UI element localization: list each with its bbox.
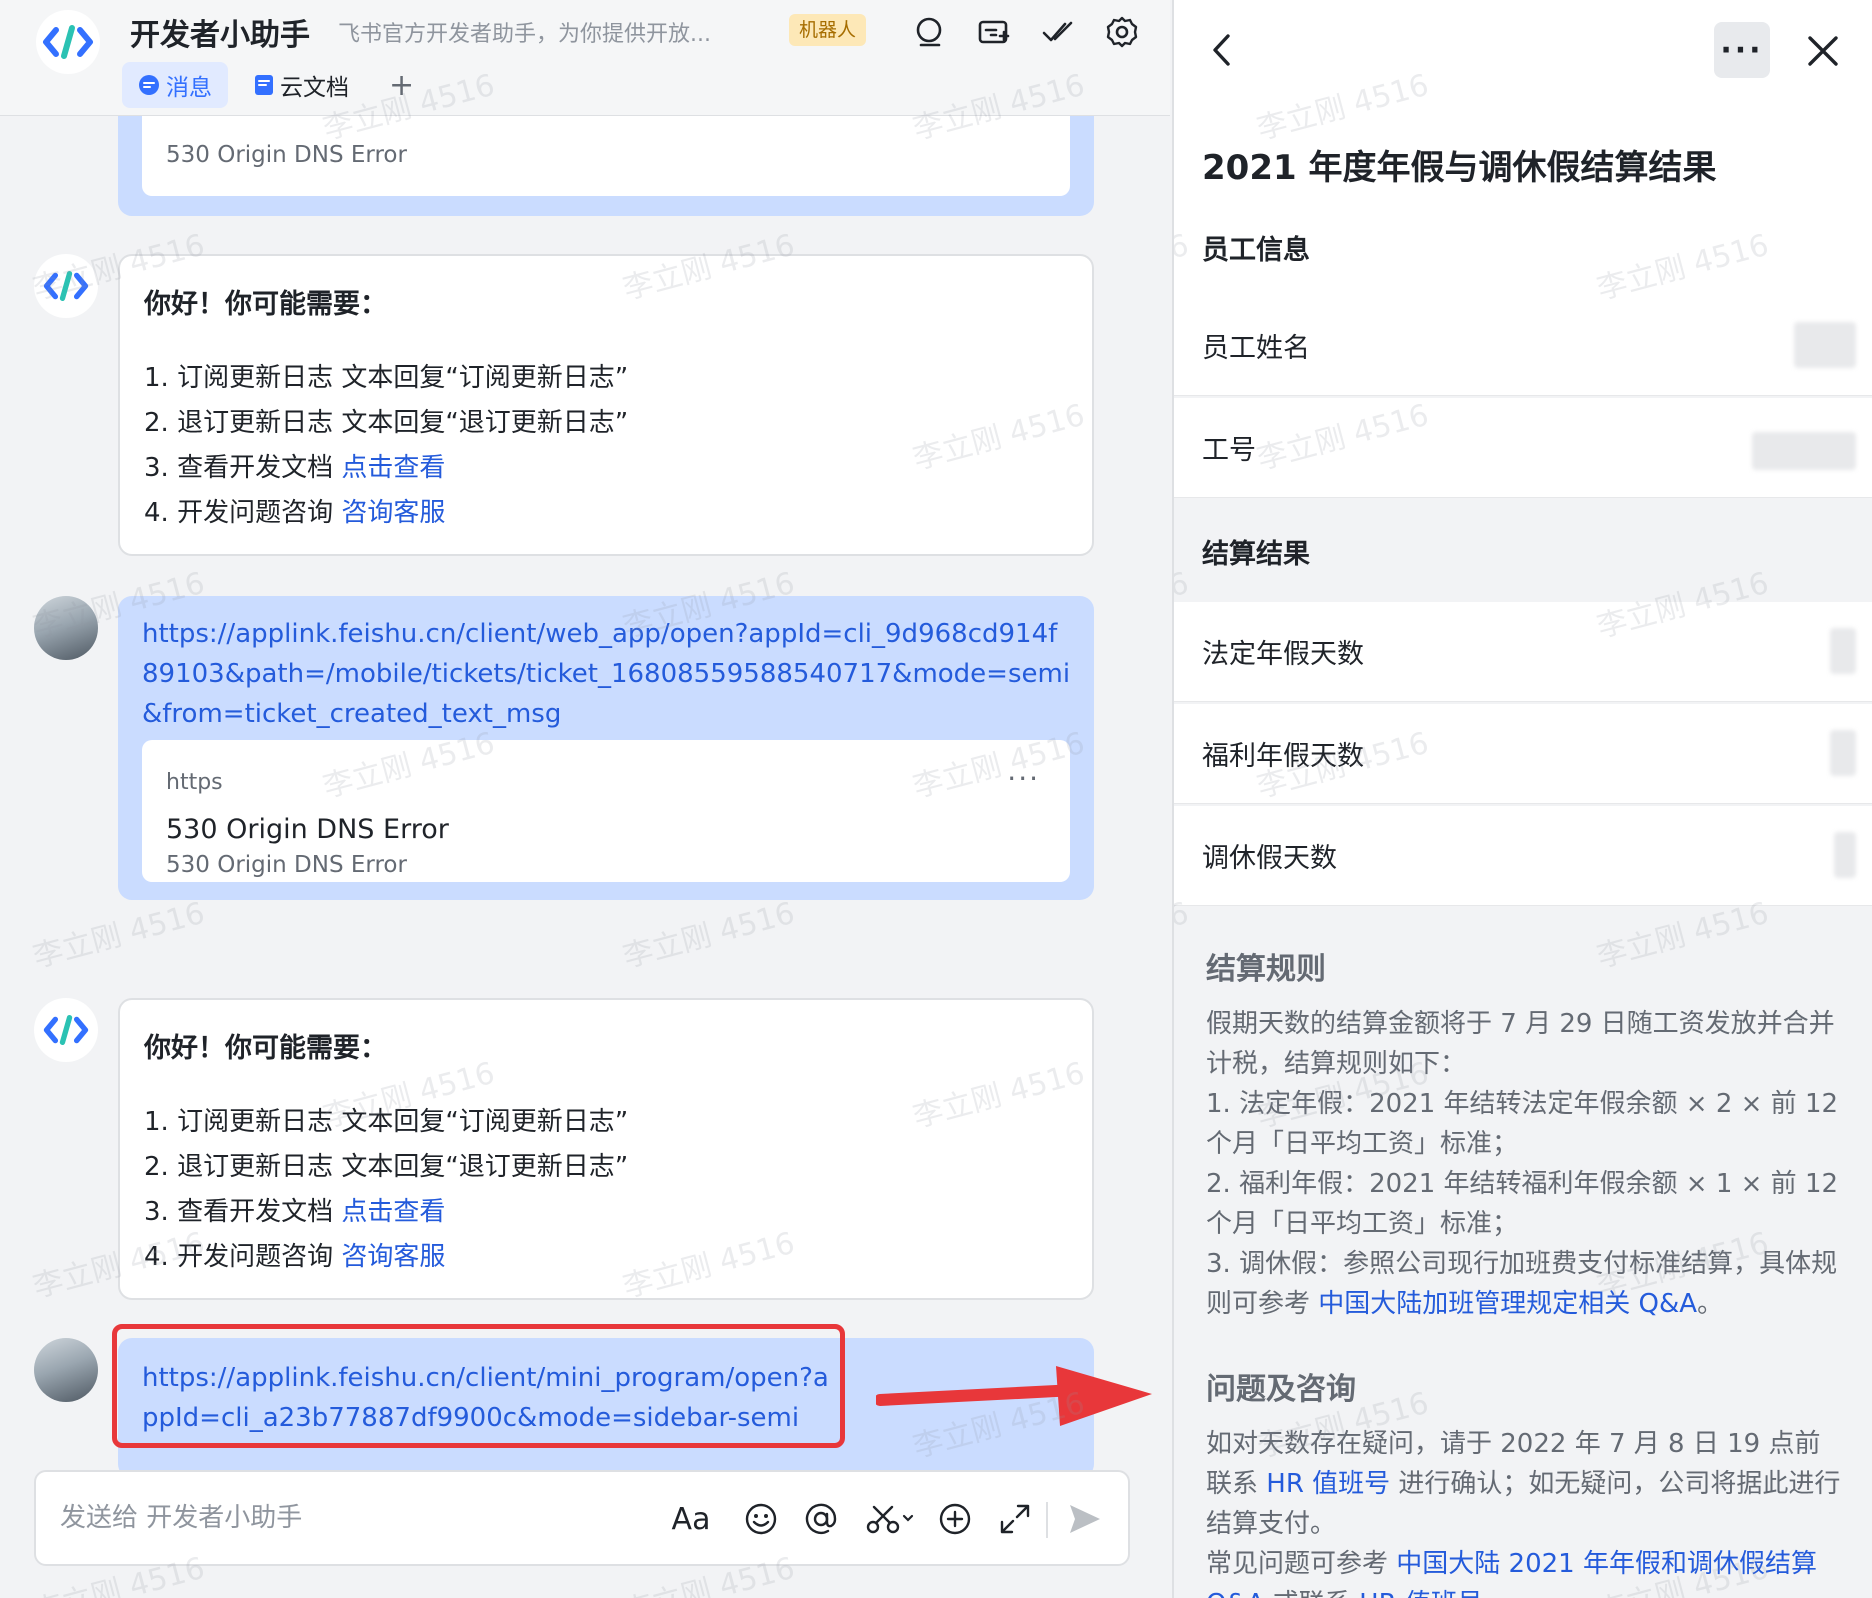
rules-title: 结算规则 (1206, 952, 1326, 987)
consult-paragraph: 如对天数存在疑问，请于 2022 年 7 月 8 日 19 点前联系 HR 值班… (1206, 1429, 1841, 1539)
message-list[interactable]: 530 Origin DNS Error 你好！你可能需要： 1. 订阅更新日志… (0, 116, 1170, 1470)
greeting-text: 你好！你可能需要： (144, 289, 387, 320)
greeting-text: 你好！你可能需要： (144, 1033, 387, 1064)
consult-text: 如对天数存在疑问，请于 2022 年 7 月 8 日 19 点前联系 HR 值班… (1206, 1424, 1846, 1598)
tab-messages[interactable]: 消息 (122, 62, 228, 108)
back-chevron-icon[interactable] (1198, 26, 1246, 74)
search-chat-icon[interactable] (910, 12, 950, 52)
arrow-icon (876, 1366, 1152, 1426)
chat-title: 开发者小助手 (130, 18, 310, 53)
consult-paragraph: 常见问题可参考 中国大陆 2021 年年假和调休假结算 Q&A 或联系 HR 值… (1206, 1544, 1846, 1598)
message-bubble[interactable]: 530 Origin DNS Error (118, 116, 1094, 216)
contact-support-link[interactable]: 咨询客服 (341, 498, 445, 528)
help-item: 1. 订阅更新日志 文本回复“订阅更新日志” (144, 363, 629, 393)
welfare-leave-row: 福利年假天数 (1174, 704, 1872, 804)
redacted-value (1752, 432, 1856, 470)
chat-description: 飞书官方开发者助手，为你提供开放... (338, 22, 711, 47)
view-docs-link[interactable]: 点击查看 (341, 453, 445, 483)
rules-paragraph: 3. 调休假：参照公司现行加班费支付标准结算，具体规则可参考 中国大陆加班管理规… (1206, 1249, 1838, 1319)
page-title: 2021 年度年假与调休假结算结果 (1202, 148, 1717, 188)
statutory-leave-row: 法定年假天数 (1174, 602, 1872, 702)
comp-leave-row: 调休假天数 (1174, 806, 1872, 906)
expand-icon[interactable] (990, 1494, 1040, 1544)
user-message-bubble[interactable]: https://applink.feishu.cn/client/web_app… (118, 596, 1094, 900)
hr-duty-link[interactable]: HR 值班号 (1266, 1469, 1390, 1499)
hr-duty-link-2[interactable]: HR 值班号 (1359, 1589, 1483, 1598)
tab-label: 消息 (166, 75, 212, 101)
bot-avatar[interactable] (34, 998, 98, 1062)
bot-message-card: 你好！你可能需要： 1. 订阅更新日志 文本回复“订阅更新日志” 2. 退订更新… (118, 998, 1094, 1300)
tab-docs[interactable]: 云文档 (238, 62, 365, 108)
screenshot-icon[interactable] (854, 1494, 924, 1544)
message-input[interactable] (60, 1490, 620, 1546)
user-avatar[interactable] (34, 1338, 98, 1402)
help-list: 1. 订阅更新日志 文本回复“订阅更新日志” 2. 退订更新日志 文本回复“退订… (144, 356, 628, 536)
row-label: 工号 (1202, 435, 1256, 466)
section-employee-title: 员工信息 (1202, 235, 1310, 266)
tab-label: 云文档 (280, 75, 349, 101)
bot-logo-icon[interactable] (36, 10, 100, 74)
mini-program-sidebar[interactable]: ··· 2021 年度年假与调休假结算结果 员工信息 员工姓名 工号 结算结果 … (1172, 0, 1872, 1598)
emoji-icon[interactable] (736, 1494, 786, 1544)
row-label: 福利年假天数 (1202, 741, 1364, 772)
bot-badge: 机器人 (789, 14, 867, 46)
help-list: 1. 订阅更新日志 文本回复“订阅更新日志” 2. 退订更新日志 文本回复“退订… (144, 1100, 628, 1280)
settings-gear-icon[interactable] (1102, 12, 1142, 52)
chat-tabs: 消息 云文档 + (122, 62, 428, 108)
rules-paragraph: 假期天数的结算金额将于 7 月 29 日随工资发放并合并计税，结算规则如下： (1206, 1009, 1835, 1079)
contact-support-link[interactable]: 咨询客服 (341, 1242, 445, 1272)
highlight-box (112, 1324, 845, 1448)
user-avatar[interactable] (34, 596, 98, 660)
help-item: 3. 查看开发文档 点击查看 (144, 453, 446, 483)
add-more-icon[interactable] (930, 1494, 980, 1544)
preview-more-icon[interactable]: ··· (1007, 762, 1040, 795)
mention-icon[interactable] (796, 1494, 846, 1544)
redacted-value (1794, 322, 1856, 368)
row-label: 法定年假天数 (1202, 639, 1364, 670)
link-preview-card[interactable]: https ··· 530 Origin DNS Error 530 Origi… (142, 740, 1070, 882)
rules-paragraph: 1. 法定年假：2021 年结转法定年假余额 × 2 × 前 12 个月「日平均… (1206, 1089, 1839, 1159)
panel-toolbar: ··· (1174, 0, 1872, 100)
preview-host: https (166, 770, 223, 795)
doc-icon (255, 75, 273, 95)
preview-title: 530 Origin DNS Error (166, 814, 449, 845)
consult-title: 问题及咨询 (1206, 1372, 1356, 1407)
message-composer: Aa (34, 1470, 1130, 1566)
employee-name-row: 员工姓名 (1174, 296, 1872, 396)
message-icon (139, 75, 159, 95)
rules-text: 假期天数的结算金额将于 7 月 29 日随工资发放并合并计税，结算规则如下： 1… (1206, 1004, 1846, 1324)
bot-avatar[interactable] (34, 254, 98, 318)
section-result-title: 结算结果 (1202, 539, 1310, 570)
view-docs-link[interactable]: 点击查看 (341, 1197, 445, 1227)
send-icon[interactable] (1060, 1494, 1110, 1544)
chat-window: 开发者小助手 飞书官方开发者助手，为你提供开放... 机器人 消息 云文档 + (0, 0, 1170, 1598)
preview-subtitle: 530 Origin DNS Error (166, 852, 407, 878)
web-app-link[interactable]: https://applink.feishu.cn/client/web_app… (142, 614, 1072, 734)
add-tab-button[interactable]: + (375, 68, 428, 103)
font-format-icon[interactable]: Aa (666, 1494, 716, 1544)
bot-message-card: 你好！你可能需要： 1. 订阅更新日志 文本回复“订阅更新日志” 2. 退订更新… (118, 254, 1094, 556)
help-item: 4. 开发问题咨询 咨询客服 (144, 1242, 446, 1272)
help-item: 4. 开发问题咨询 咨询客服 (144, 498, 446, 528)
help-item: 1. 订阅更新日志 文本回复“订阅更新日志” (144, 1107, 629, 1137)
preview-subtitle: 530 Origin DNS Error (166, 142, 407, 168)
redacted-value (1834, 832, 1856, 878)
row-label: 员工姓名 (1202, 333, 1310, 364)
chat-header: 开发者小助手 飞书官方开发者助手，为你提供开放... 机器人 消息 云文档 + (0, 0, 1170, 116)
toolbar-divider (1046, 1502, 1048, 1538)
mark-done-icon[interactable] (1038, 12, 1078, 52)
employee-id-row: 工号 (1174, 398, 1872, 498)
row-label: 调休假天数 (1202, 843, 1337, 874)
help-item: 2. 退订更新日志 文本回复“退订更新日志” (144, 408, 629, 438)
link-preview-card[interactable]: 530 Origin DNS Error (142, 116, 1070, 196)
help-item: 2. 退订更新日志 文本回复“退订更新日志” (144, 1152, 629, 1182)
more-options-button[interactable]: ··· (1714, 22, 1770, 78)
redacted-value (1830, 628, 1856, 674)
close-icon[interactable] (1798, 26, 1848, 76)
rules-paragraph: 2. 福利年假：2021 年结转福利年假余额 × 1 × 前 12 个月「日平均… (1206, 1169, 1839, 1239)
redacted-value (1830, 730, 1856, 776)
add-app-icon[interactable] (974, 12, 1014, 52)
help-item: 3. 查看开发文档 点击查看 (144, 1197, 446, 1227)
overtime-qa-link[interactable]: 中国大陆加班管理规定相关 Q&A (1318, 1289, 1697, 1319)
